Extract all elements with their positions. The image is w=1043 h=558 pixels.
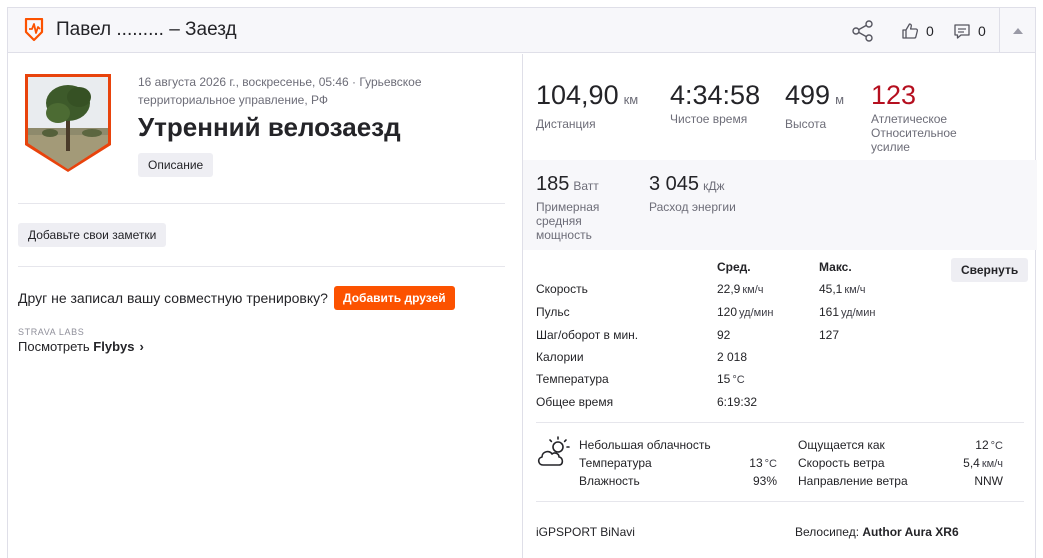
weather-condition: Небольшая облачность <box>579 438 711 452</box>
power-label: Примерная средняя мощность <box>536 200 600 242</box>
divider <box>536 501 1024 502</box>
stat-distance: 104,90 км Дистанция <box>536 80 638 131</box>
activity-card: Павел ......... – Заезд 0 0 16 августа 2… <box>7 7 1037 558</box>
elevation-label: Высота <box>785 117 827 131</box>
distance-unit: км <box>623 92 639 107</box>
add-notes-button[interactable]: Добавьте свои заметки <box>18 223 167 247</box>
weather-wind-speed-value: 5,4 км/ч <box>963 456 1003 470</box>
weather-feels-like-value: 12 °C <box>975 438 1003 452</box>
weather-feels-like-label: Ощущается как <box>798 438 885 452</box>
stat-power: 185 Ватт Примерная средняя мощность <box>536 172 626 242</box>
comments-count: 0 <box>978 23 986 39</box>
moving-time-value: 4:34:58 <box>670 80 761 110</box>
metric-label: Скорость <box>536 282 588 296</box>
weather-temperature-value: 13 °C <box>749 456 777 470</box>
bike-info[interactable]: Велосипед: Author Aura XR6 <box>795 525 959 539</box>
activity-header: Павел ......... – Заезд 0 0 <box>8 8 1035 53</box>
activity-meta: 16 августа 2026 г., воскресенье, 05:46 ·… <box>138 75 422 107</box>
athlete-avatar[interactable] <box>22 73 114 173</box>
energy-value: 3 045 <box>649 173 700 195</box>
activity-type-ride-icon <box>24 18 44 42</box>
flybys-prefix: Посмотреть <box>18 339 90 354</box>
stat-elevation: 499 м Высота <box>785 80 844 131</box>
table-row: Пульс 120 уд/мин 161 уд/мин <box>536 305 936 323</box>
thumbs-up-icon <box>902 23 919 39</box>
bike-name: Author Aura XR6 <box>862 525 959 539</box>
metric-max: 45,1 км/ч <box>819 282 866 296</box>
metric-max <box>819 350 821 364</box>
kudos-button[interactable]: 0 <box>901 20 934 42</box>
column-header-max: Макс. <box>819 260 852 274</box>
metric-label: Общее время <box>536 395 614 409</box>
divider <box>536 422 1024 423</box>
table-row: Температура 15 °C <box>536 372 936 390</box>
metric-label: Шаг/оборот в мин. <box>536 328 639 342</box>
bike-label: Велосипед: <box>795 525 860 539</box>
moving-time-label: Чистое время <box>670 112 748 126</box>
metric-avg: 15 °C <box>717 372 745 386</box>
table-row: Скорость 22,9 км/ч 45,1 км/ч <box>536 282 936 300</box>
energy-unit: кДж <box>703 179 725 193</box>
metric-label: Пульс <box>536 305 570 319</box>
elevation-value: 499 <box>785 80 831 110</box>
metric-label: Температура <box>536 372 609 386</box>
collapse-details-button[interactable]: Свернуть <box>951 258 1029 282</box>
metric-avg: 2 018 <box>717 350 748 364</box>
strava-labs-caption: STRAVA LABS <box>18 327 85 337</box>
weather-humidity-label: Влажность <box>579 474 640 488</box>
activity-stats-panel: 104,90 км Дистанция 4:34:58 Чистое время … <box>522 54 1037 558</box>
energy-label: Расход энергии <box>649 200 736 214</box>
activity-summary-panel: 16 августа 2026 г., воскресенье, 05:46 ·… <box>8 54 522 558</box>
stat-energy: 3 045 кДж Расход энергии <box>649 172 736 214</box>
weather-wind-direction-value: NNW <box>974 474 1003 488</box>
elevation-unit: м <box>835 92 844 107</box>
table-row: Калории 2 018 <box>536 350 936 368</box>
stat-relative-effort[interactable]: 123 Атлетическое Относительное усилие <box>871 80 971 154</box>
add-friends-button[interactable]: Добавить друзей <box>334 286 455 310</box>
divider <box>18 203 505 204</box>
metric-avg: 22,9 км/ч <box>717 282 764 296</box>
relative-effort-value: 123 <box>871 80 917 110</box>
weather-wind-speed-label: Скорость ветра <box>798 456 885 470</box>
device-name: iGPSPORT BiNavi <box>536 525 635 539</box>
relative-effort-label: Атлетическое Относительное усилие <box>871 112 957 154</box>
power-unit: Ватт <box>573 179 599 193</box>
metric-max: 127 <box>819 328 840 342</box>
metric-label: Калории <box>536 350 584 364</box>
metric-max <box>819 395 821 409</box>
metric-avg: 120 уд/мин <box>717 305 774 319</box>
activity-title: Утренний велозаезд <box>138 112 401 142</box>
metric-max: 161 уд/мин <box>819 305 876 319</box>
power-value: 185 <box>536 173 570 195</box>
page-title: Павел ......... – Заезд <box>56 19 237 40</box>
share-icon[interactable] <box>851 19 875 43</box>
kudos-count: 0 <box>926 23 934 39</box>
chevron-right-icon: › <box>139 339 144 354</box>
metric-avg: 6:19:32 <box>717 395 758 409</box>
comments-button[interactable]: 0 <box>953 20 986 42</box>
weather-humidity-value: 93% <box>752 474 777 488</box>
flybys-label: Flybys <box>93 339 135 354</box>
stat-moving-time: 4:34:58 Чистое время <box>670 80 760 126</box>
secondary-stats-band: 185 Ватт Примерная средняя мощность 3 045… <box>523 160 1037 250</box>
description-button[interactable]: Описание <box>138 153 214 177</box>
table-row: Шаг/оборот в мин. 92 127 <box>536 328 936 346</box>
table-row: Общее время 6:19:32 <box>536 395 936 413</box>
caret-up-icon <box>1013 27 1023 34</box>
weather-wind-direction-label: Направление ветра <box>798 474 908 488</box>
view-flybys-link[interactable]: Посмотреть Flybys › <box>18 339 144 354</box>
column-header-avg: Сред. <box>717 260 751 274</box>
divider <box>18 266 505 267</box>
metric-avg: 92 <box>717 328 731 342</box>
distance-value: 104,90 <box>536 80 619 110</box>
weather-temperature-label: Температура <box>579 456 652 470</box>
metric-max <box>819 372 821 386</box>
partly-cloudy-icon <box>537 436 570 466</box>
distance-label: Дистанция <box>536 117 596 131</box>
collapse-card-button[interactable] <box>999 8 1036 53</box>
friend-prompt: Друг не записал вашу совместную трениров… <box>18 290 328 306</box>
comment-icon <box>954 24 970 39</box>
